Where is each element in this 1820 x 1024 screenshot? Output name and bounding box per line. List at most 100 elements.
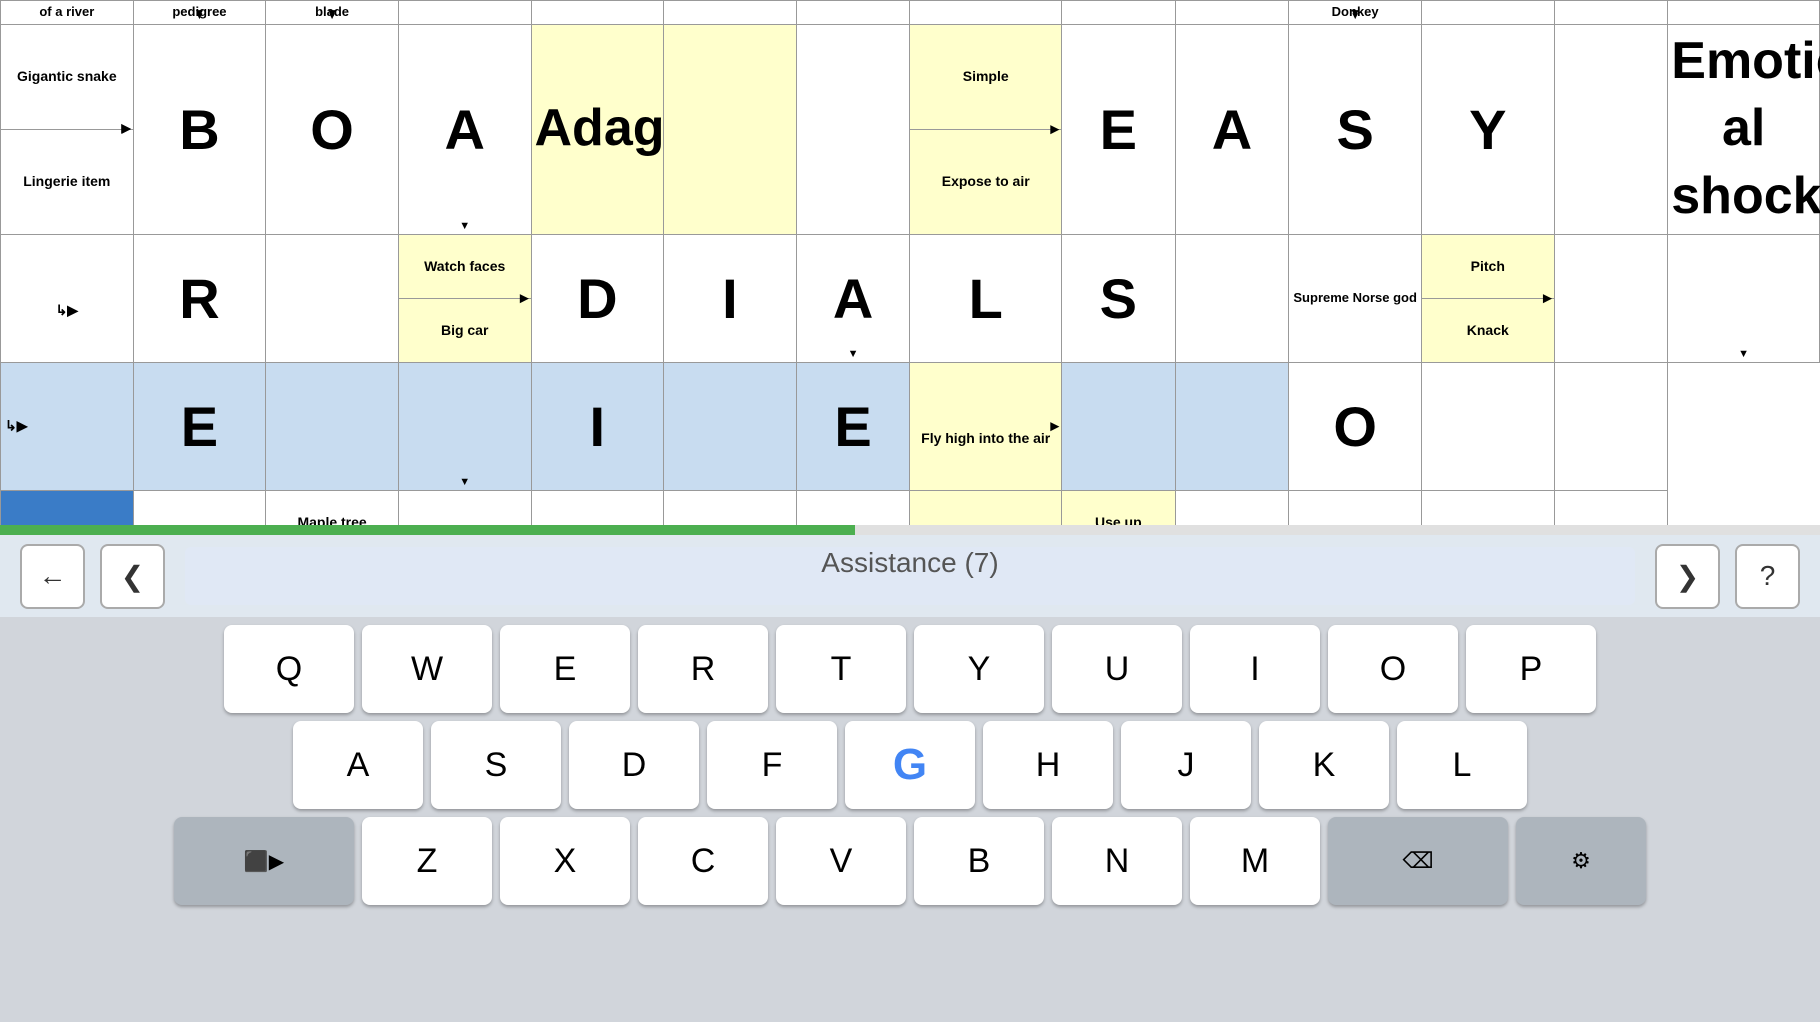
- cell-I-r2[interactable]: I: [664, 234, 797, 362]
- cell-Y-r1[interactable]: Y: [1421, 24, 1554, 234]
- clue-snake-lingerie: Gigantic snake Lingerie item ▶: [1, 24, 134, 234]
- cell-blue-r3c2: [266, 362, 399, 490]
- key-T[interactable]: T: [776, 625, 906, 713]
- cell-empty-r2c13: ▼: [1668, 234, 1820, 362]
- cell-empty-r4c12: [1554, 490, 1668, 525]
- cell-empty-r0c7: [910, 1, 1062, 25]
- help-button[interactable]: ?: [1735, 544, 1800, 609]
- forward-button[interactable]: ❯: [1655, 544, 1720, 609]
- key-L[interactable]: L: [1397, 721, 1527, 809]
- clue-pitch-knack: Pitch Knack ▶: [1421, 234, 1554, 362]
- key-H[interactable]: H: [983, 721, 1113, 809]
- cell-S-r2[interactable]: S: [1062, 234, 1176, 362]
- cell-blue-r3c3: ▼: [398, 362, 531, 490]
- key-backspace[interactable]: ⌫: [1328, 817, 1508, 905]
- key-N[interactable]: N: [1052, 817, 1182, 905]
- grid-table: of a river pedigree▼ blade▼ Donkey▼: [0, 0, 1820, 525]
- key-U[interactable]: U: [1052, 625, 1182, 713]
- cell-L-r2[interactable]: L: [910, 234, 1062, 362]
- back2-button[interactable]: ❮: [100, 544, 165, 609]
- back-button[interactable]: ←: [20, 544, 85, 609]
- key-J[interactable]: J: [1121, 721, 1251, 809]
- cell-empty-r0c12: [1554, 1, 1668, 25]
- keyboard-row-3: ⬛▶ Z X C V B N M ⌫ ⚙: [10, 817, 1810, 905]
- keyboard-row-2: A S D F G H J K L: [10, 721, 1810, 809]
- cell-E-r1[interactable]: E: [1062, 24, 1176, 234]
- cell-I-r3[interactable]: I: [531, 362, 664, 490]
- key-K[interactable]: K: [1259, 721, 1389, 809]
- cell-empty-r2c9: [1175, 234, 1289, 362]
- cell-O-r3[interactable]: O: [1289, 362, 1422, 490]
- key-E[interactable]: E: [500, 625, 630, 713]
- cell-empty-r0c13: [1668, 1, 1820, 25]
- crossword-grid[interactable]: of a river pedigree▼ blade▼ Donkey▼: [0, 0, 1820, 525]
- key-shift[interactable]: ⬛▶: [174, 817, 354, 905]
- progress-fill: [0, 525, 855, 535]
- key-G[interactable]: G: [845, 721, 975, 809]
- key-A[interactable]: A: [293, 721, 423, 809]
- cell-D-r2[interactable]: D: [531, 234, 664, 362]
- key-settings[interactable]: ⚙: [1516, 817, 1646, 905]
- key-R[interactable]: R: [638, 625, 768, 713]
- cell-M-r4[interactable]: M: [1289, 490, 1422, 525]
- cell-empty-r1c6: [796, 24, 910, 234]
- toolbar: ← ❮ Assistance (7) ❯ ?: [0, 535, 1820, 617]
- cell-R-r4[interactable]: R: [796, 490, 910, 525]
- cell-B[interactable]: B: [133, 24, 266, 234]
- cell-E-r4c9[interactable]: E: [1175, 490, 1289, 525]
- key-W[interactable]: W: [362, 625, 492, 713]
- cell-A-r4[interactable]: A: [398, 490, 531, 525]
- cell-A-r2[interactable]: A▼: [796, 234, 910, 362]
- toolbar-right: ❯ ?: [1655, 544, 1800, 609]
- cell-E-r3[interactable]: E: [133, 362, 266, 490]
- letter-E-r1: E: [1100, 98, 1137, 161]
- key-O[interactable]: O: [1328, 625, 1458, 713]
- cell-E-r3c6[interactable]: E: [796, 362, 910, 490]
- cell-blue-r3c0: ↳▶: [1, 362, 134, 490]
- cell-A-r1c9[interactable]: A: [1175, 24, 1289, 234]
- cell-blue-r3c5: [664, 362, 797, 490]
- cell-P-r4[interactable]: P: [1421, 490, 1554, 525]
- key-X[interactable]: X: [500, 817, 630, 905]
- clue-stomach: Stomach: [910, 490, 1062, 525]
- clue-expose-to-air: Expose to air: [910, 130, 1061, 234]
- key-I[interactable]: I: [1190, 625, 1320, 713]
- clue-pitch: Pitch: [1422, 235, 1554, 299]
- letter-I-r2: I: [722, 267, 738, 330]
- keyboard: Q W E R T Y U I O P A S D F G H J K L ⬛▶…: [0, 617, 1820, 1022]
- clue-blade: blade▼: [266, 1, 399, 25]
- letter-R-r2: R: [179, 267, 219, 330]
- keyboard-row-1: Q W E R T Y U I O P: [10, 625, 1810, 713]
- cell-C-r4[interactable]: C: [531, 490, 664, 525]
- clue-watch-faces: Watch faces: [399, 235, 531, 299]
- clue-river: of a river: [1, 1, 134, 25]
- assistance-display[interactable]: Assistance (7): [185, 547, 1635, 605]
- key-Z[interactable]: Z: [362, 817, 492, 905]
- key-M[interactable]: M: [1190, 817, 1320, 905]
- key-S[interactable]: S: [431, 721, 561, 809]
- cell-O[interactable]: O: [266, 24, 399, 234]
- cell-A-r1[interactable]: A▼: [398, 24, 531, 234]
- key-Y[interactable]: Y: [914, 625, 1044, 713]
- cell-E-r4[interactable]: E: [133, 490, 266, 525]
- letter-A-r1c9: A: [1212, 98, 1252, 161]
- clue-gigantic-snake: Gigantic snake: [1, 25, 133, 130]
- key-C[interactable]: C: [638, 817, 768, 905]
- letter-S-r1: S: [1336, 98, 1373, 161]
- key-D[interactable]: D: [569, 721, 699, 809]
- cell-empty-r0c8: [1062, 1, 1176, 25]
- toolbar-center: Assistance (7): [185, 547, 1635, 605]
- clue-use-up-threefold: Use up Three-fold ▶: [1062, 490, 1176, 525]
- cell-E-r4c5[interactable]: E: [664, 490, 797, 525]
- cell-R-r2[interactable]: R: [133, 234, 266, 362]
- letter-D-r2: D: [577, 267, 617, 330]
- key-Q[interactable]: Q: [224, 625, 354, 713]
- cell-yellow-r1c5[interactable]: [664, 24, 797, 234]
- cell-empty-r2c0: ↳▶: [1, 234, 134, 362]
- key-V[interactable]: V: [776, 817, 906, 905]
- key-F[interactable]: F: [707, 721, 837, 809]
- key-B[interactable]: B: [914, 817, 1044, 905]
- clue-maple-tree: Maple tree: [266, 491, 398, 525]
- cell-S-r1[interactable]: S: [1289, 24, 1422, 234]
- key-P[interactable]: P: [1466, 625, 1596, 713]
